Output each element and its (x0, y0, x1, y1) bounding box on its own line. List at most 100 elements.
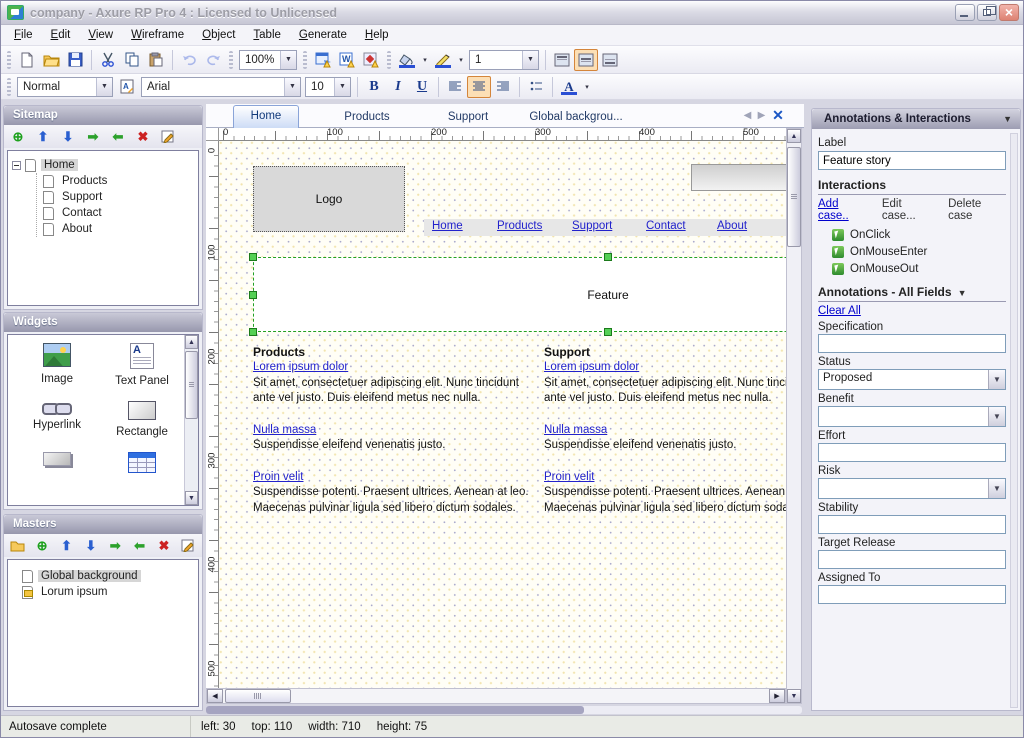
generate-word-button[interactable]: W (335, 49, 359, 71)
selection-handle[interactable] (604, 328, 612, 336)
risk-select[interactable] (818, 478, 1006, 499)
edit-style-button[interactable]: A (115, 76, 139, 98)
target-release-input[interactable] (818, 550, 1006, 569)
scrollbar-thumb[interactable] (225, 689, 291, 703)
tab-products[interactable]: Products (322, 107, 412, 127)
bullet-list-button[interactable] (524, 76, 548, 98)
sitemap-node-label[interactable]: Support (59, 191, 105, 203)
specification-input[interactable] (818, 334, 1006, 353)
master-label[interactable]: Global background (38, 570, 141, 582)
nav-link-about[interactable]: About (717, 220, 747, 232)
dropdown-arrow-icon[interactable] (522, 51, 538, 69)
nav-link-home[interactable]: Home (432, 220, 463, 232)
valign-top-button[interactable] (550, 49, 574, 71)
delete-case-link[interactable]: Delete case (948, 198, 1006, 222)
align-right-button[interactable] (491, 76, 515, 98)
scroll-up-icon[interactable] (787, 129, 801, 143)
products-column[interactable]: Products Lorem ipsum dolor Sit amet, con… (253, 345, 537, 532)
menu-wireframe[interactable]: Wireframe (122, 26, 193, 44)
menu-file[interactable]: File (5, 26, 42, 44)
wireframe-link[interactable]: Lorem ipsum dolor (253, 360, 348, 376)
sitemap-node-contact[interactable]: Contact (37, 205, 194, 221)
new-button[interactable] (15, 49, 39, 71)
nav-link-products[interactable]: Products (497, 220, 542, 232)
fill-color-dropdown[interactable]: ▾ (419, 49, 431, 71)
move-down-button[interactable]: ⬇ (57, 127, 79, 147)
delete-page-button[interactable]: ✖ (132, 127, 154, 147)
toolbar-grip[interactable] (7, 78, 11, 96)
font-color-dropdown[interactable]: ▾ (581, 76, 593, 98)
scroll-up-icon[interactable] (185, 335, 198, 349)
header-placeholder-box[interactable] (691, 164, 786, 191)
dropdown-arrow-icon[interactable] (988, 479, 1005, 498)
scroll-left-icon[interactable] (207, 689, 223, 703)
tab-scroll-right-icon[interactable] (755, 108, 768, 124)
redo-button[interactable] (201, 49, 225, 71)
minimize-button[interactable] (955, 4, 975, 21)
clear-all-link[interactable]: Clear All (818, 305, 861, 317)
selection-handle[interactable] (249, 328, 257, 336)
toolbar-grip[interactable] (387, 51, 391, 69)
menu-help[interactable]: Help (356, 26, 398, 44)
selection-handle[interactable] (604, 253, 612, 261)
tab-global-background[interactable]: Global backgrou... (516, 107, 636, 127)
line-color-button[interactable] (431, 49, 455, 71)
sitemap-node-home[interactable]: Home (12, 157, 194, 173)
collapse-icon[interactable] (12, 161, 21, 170)
sitemap-panel-header[interactable]: Sitemap (4, 106, 202, 125)
editor-horizontal-scrollbar[interactable] (206, 706, 802, 714)
master-lorum-ipsum[interactable]: Lorum ipsum (22, 584, 194, 600)
generate-spec-button[interactable] (359, 49, 383, 71)
sitemap-node-support[interactable]: Support (37, 189, 194, 205)
nav-link-support[interactable]: Support (572, 220, 612, 232)
nav-link-contact[interactable]: Contact (646, 220, 686, 232)
widget-rectangle[interactable]: Rectangle (96, 401, 188, 438)
outdent-button[interactable]: ⬅ (129, 536, 150, 556)
valign-bottom-button[interactable] (598, 49, 622, 71)
dropdown-arrow-icon[interactable] (334, 78, 350, 96)
add-page-button[interactable]: ⊕ (7, 127, 29, 147)
paste-button[interactable] (144, 49, 168, 71)
dropdown-arrow-icon[interactable] (280, 51, 296, 69)
dropdown-arrow-icon[interactable] (284, 78, 300, 96)
delete-master-button[interactable]: ✖ (153, 536, 174, 556)
widget-text-panel[interactable]: Text Panel (96, 343, 188, 387)
valign-middle-button[interactable] (574, 49, 598, 71)
tab-support[interactable]: Support (428, 107, 508, 127)
support-column[interactable]: Support Lorem ipsum dolor Sit amet, cons… (544, 345, 786, 532)
save-button[interactable] (63, 49, 87, 71)
line-width-combobox[interactable]: 1 (469, 50, 539, 70)
scroll-right-icon[interactable] (769, 689, 785, 703)
font-size-combobox[interactable]: 10 (305, 77, 351, 97)
scrollbar-thumb[interactable] (206, 706, 584, 714)
generate-html-button[interactable] (311, 49, 335, 71)
move-up-button[interactable]: ⬆ (32, 127, 54, 147)
move-down-button[interactable]: ⬇ (80, 536, 101, 556)
widget-image[interactable]: Image (18, 343, 96, 387)
add-case-link[interactable]: Add case.. (818, 198, 870, 222)
sitemap-node-about[interactable]: About (37, 221, 194, 237)
outdent-button[interactable]: ⬅ (107, 127, 129, 147)
dropdown-arrow-icon[interactable] (988, 370, 1005, 389)
wireframe-link[interactable]: Nulla massa (253, 423, 316, 439)
sitemap-node-products[interactable]: Products (37, 173, 194, 189)
master-label[interactable]: Lorum ipsum (38, 586, 110, 598)
all-fields-collapse-icon[interactable] (958, 285, 967, 299)
font-color-button[interactable]: A (557, 76, 581, 98)
assigned-to-input[interactable] (818, 585, 1006, 604)
widget-table[interactable] (96, 452, 188, 473)
open-button[interactable] (39, 49, 63, 71)
scroll-down-icon[interactable] (185, 491, 198, 505)
underline-button[interactable]: U (410, 76, 434, 98)
label-input[interactable] (818, 151, 1006, 170)
menu-edit[interactable]: Edit (42, 26, 80, 44)
status-select[interactable]: Proposed (818, 369, 1006, 390)
widget-button[interactable] (18, 452, 96, 473)
event-onclick[interactable]: OnClick (832, 226, 1006, 243)
wireframe-link[interactable]: Proin velit (253, 470, 304, 486)
edit-master-button[interactable] (178, 536, 199, 556)
line-color-dropdown[interactable]: ▾ (455, 49, 467, 71)
sitemap-node-label[interactable]: Products (59, 175, 110, 187)
sitemap-node-label[interactable]: About (59, 223, 95, 235)
canvas-horizontal-scrollbar[interactable] (206, 688, 786, 704)
